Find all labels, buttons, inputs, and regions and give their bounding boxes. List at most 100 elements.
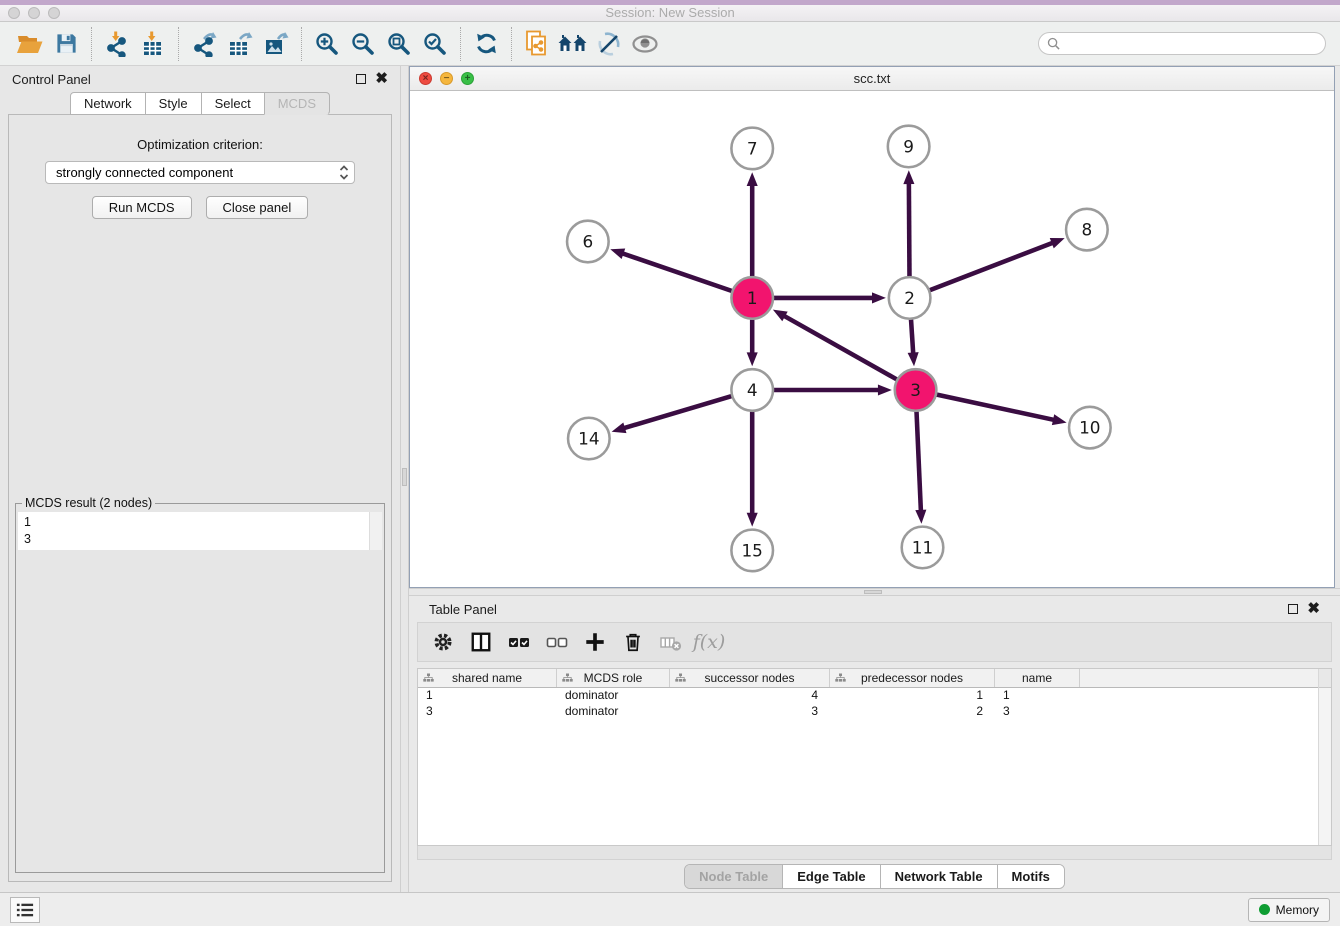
save-session-icon[interactable] bbox=[48, 26, 84, 62]
run-mcds-button[interactable]: Run MCDS bbox=[92, 196, 192, 219]
table-cell-successor-nodes[interactable]: 3 bbox=[670, 704, 830, 720]
graph-node-9[interactable]: 9 bbox=[888, 126, 930, 168]
search-input[interactable] bbox=[1060, 37, 1317, 51]
graph-edge-3-1[interactable] bbox=[782, 315, 896, 379]
delete-row-icon[interactable] bbox=[618, 627, 648, 657]
delete-column-icon[interactable] bbox=[656, 627, 686, 657]
table-cell-predecessor-nodes[interactable]: 1 bbox=[830, 688, 995, 704]
graph-node-3[interactable]: 3 bbox=[895, 369, 937, 411]
graph-node-14[interactable]: 14 bbox=[568, 418, 610, 460]
select-all-columns-icon[interactable] bbox=[504, 627, 534, 657]
column-header-successor-nodes[interactable]: successor nodes bbox=[670, 669, 830, 687]
column-header-name[interactable]: name bbox=[995, 669, 1080, 687]
show-columns-icon[interactable] bbox=[466, 627, 496, 657]
table-cell-name[interactable]: 1 bbox=[995, 688, 1080, 704]
graph-edge-2-9[interactable] bbox=[909, 181, 910, 276]
close-table-panel-icon[interactable]: ✖ bbox=[1307, 604, 1320, 614]
float-panel-icon[interactable] bbox=[356, 74, 366, 84]
svg-text:9: 9 bbox=[903, 136, 914, 156]
table-cell-name[interactable]: 3 bbox=[995, 704, 1080, 720]
open-file-icon[interactable] bbox=[12, 26, 48, 62]
graph-edge-3-11[interactable] bbox=[917, 412, 921, 513]
graph-node-4[interactable]: 4 bbox=[731, 369, 773, 411]
memory-button[interactable]: Memory bbox=[1248, 898, 1330, 922]
deselect-all-columns-icon[interactable] bbox=[542, 627, 572, 657]
table-cell-shared-name[interactable]: 1 bbox=[418, 688, 557, 704]
result-scrollbar[interactable] bbox=[369, 512, 382, 550]
eye-icon[interactable] bbox=[627, 26, 663, 62]
table-row[interactable]: 1dominator411 bbox=[418, 688, 1331, 704]
network-graph[interactable]: 1 2 3 4 6 7 8 9 10 11 14 15 bbox=[410, 91, 1334, 587]
column-header-mcds-role[interactable]: MCDS role bbox=[557, 669, 670, 687]
table-panel-title: Table Panel bbox=[429, 602, 497, 617]
graph-edge-1-6[interactable] bbox=[621, 253, 732, 291]
export-table-icon[interactable] bbox=[222, 26, 258, 62]
graph-node-2[interactable]: 2 bbox=[889, 277, 931, 319]
add-row-icon[interactable] bbox=[580, 627, 610, 657]
graph-node-15[interactable]: 15 bbox=[731, 530, 773, 572]
table-horizontal-scrollbar[interactable] bbox=[417, 846, 1332, 860]
graph-edge-3-10[interactable] bbox=[937, 395, 1056, 421]
table-cell-mcds-role[interactable]: dominator bbox=[557, 704, 670, 720]
graph-node-8[interactable]: 8 bbox=[1066, 209, 1108, 251]
task-history-button[interactable] bbox=[10, 897, 40, 923]
svg-text:8: 8 bbox=[1081, 220, 1092, 240]
tab-mcds[interactable]: MCDS bbox=[264, 92, 330, 115]
table-row[interactable]: 3dominator323 bbox=[418, 704, 1331, 720]
zoom-fit-icon[interactable] bbox=[381, 26, 417, 62]
panel-divider[interactable] bbox=[400, 66, 409, 892]
settings-gear-icon[interactable] bbox=[428, 627, 458, 657]
tab-motifs[interactable]: Motifs bbox=[997, 865, 1064, 888]
annotation-visibility-icon[interactable] bbox=[591, 26, 627, 62]
apply-function-icon[interactable]: f(x) bbox=[694, 627, 724, 657]
graph-node-11[interactable]: 11 bbox=[902, 527, 944, 569]
close-panel-button[interactable]: Close panel bbox=[206, 196, 309, 219]
column-header-predecessor-nodes[interactable]: predecessor nodes bbox=[830, 669, 995, 687]
search-box[interactable] bbox=[1038, 32, 1326, 55]
list-icon bbox=[15, 901, 35, 919]
graph-edge-2-8[interactable] bbox=[930, 242, 1055, 290]
zoom-out-icon[interactable] bbox=[345, 26, 381, 62]
graph-edge-arrow bbox=[1050, 238, 1065, 248]
criterion-select[interactable]: strongly connected component bbox=[45, 161, 355, 184]
tab-style[interactable]: Style bbox=[145, 92, 202, 115]
tab-edge-table[interactable]: Edge Table bbox=[782, 865, 879, 888]
graph-edge-2-3[interactable] bbox=[911, 320, 913, 356]
graph-node-7[interactable]: 7 bbox=[731, 128, 773, 170]
float-table-panel-icon[interactable] bbox=[1288, 604, 1298, 614]
zoom-in-icon[interactable] bbox=[309, 26, 345, 62]
import-network-icon[interactable] bbox=[99, 26, 135, 62]
column-header-shared-name[interactable]: shared name bbox=[418, 669, 557, 687]
table-cell-mcds-role[interactable]: dominator bbox=[557, 688, 670, 704]
refresh-layout-icon[interactable] bbox=[468, 26, 504, 62]
tab-select[interactable]: Select bbox=[201, 92, 265, 115]
clone-network-icon[interactable] bbox=[519, 26, 555, 62]
svg-text:6: 6 bbox=[582, 231, 593, 251]
export-network-icon[interactable] bbox=[186, 26, 222, 62]
graph-edge-arrow bbox=[915, 510, 926, 524]
tab-node-table[interactable]: Node Table bbox=[685, 865, 782, 888]
graph-edge-arrow bbox=[878, 384, 892, 395]
graph-edge-arrow bbox=[872, 292, 886, 303]
svg-text:10: 10 bbox=[1079, 418, 1100, 438]
export-image-icon[interactable] bbox=[258, 26, 294, 62]
optimization-criterion-label: Optimization criterion: bbox=[9, 137, 391, 152]
table-cell-successor-nodes[interactable]: 4 bbox=[670, 688, 830, 704]
tab-network[interactable]: Network bbox=[70, 92, 146, 115]
graph-edge-4-14[interactable] bbox=[622, 396, 731, 428]
first-neighbors-icon[interactable] bbox=[555, 26, 591, 62]
table-cell-shared-name[interactable]: 3 bbox=[418, 704, 557, 720]
close-panel-icon[interactable]: ✖ bbox=[375, 74, 388, 84]
graph-edge-arrow bbox=[747, 172, 758, 186]
horizontal-divider[interactable] bbox=[409, 588, 1340, 596]
table-vertical-scrollbar[interactable] bbox=[1318, 669, 1331, 845]
import-table-icon[interactable] bbox=[135, 26, 171, 62]
zoom-selected-icon[interactable] bbox=[417, 26, 453, 62]
tab-network-table[interactable]: Network Table bbox=[880, 865, 997, 888]
graph-node-1[interactable]: 1 bbox=[731, 277, 773, 319]
network-canvas[interactable]: 1 2 3 4 6 7 8 9 10 11 14 15 bbox=[410, 91, 1334, 587]
graph-node-10[interactable]: 10 bbox=[1069, 407, 1111, 449]
table-cell-predecessor-nodes[interactable]: 2 bbox=[830, 704, 995, 720]
graph-node-6[interactable]: 6 bbox=[567, 221, 609, 263]
graph-edge-arrow bbox=[747, 352, 758, 366]
